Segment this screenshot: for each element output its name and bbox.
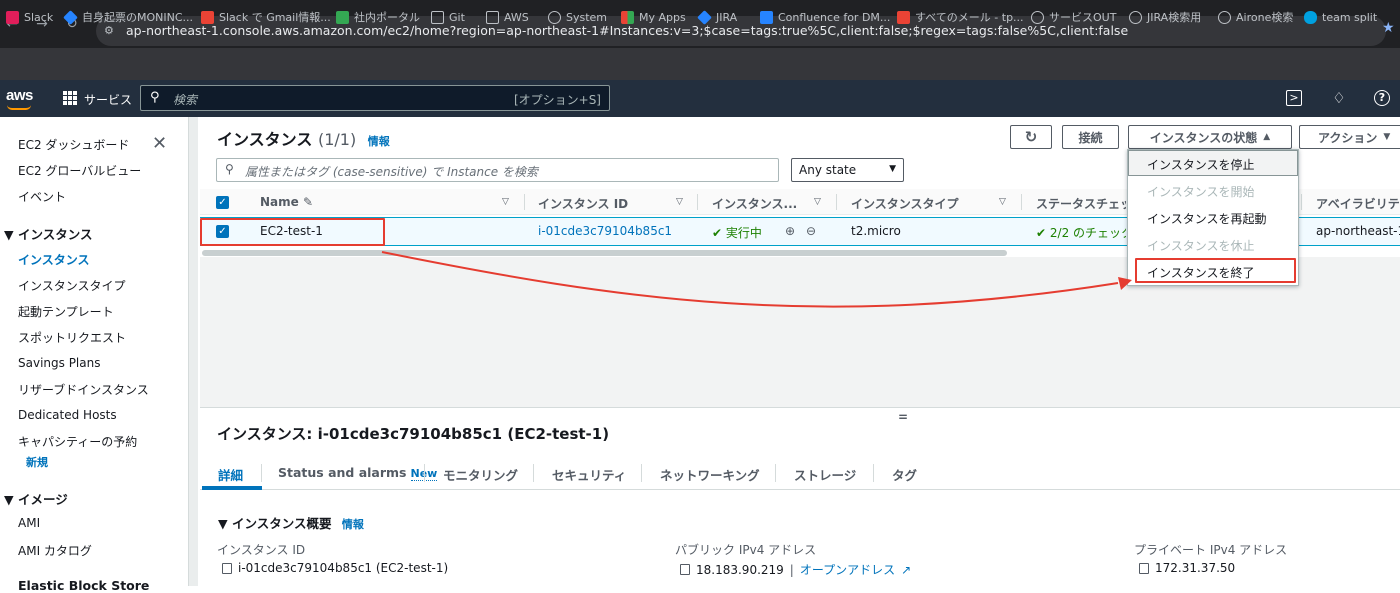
- tab-divider: [641, 464, 642, 482]
- tab-divider: [873, 464, 874, 482]
- tab-divider: [424, 464, 425, 482]
- tab-details[interactable]: 詳細: [218, 465, 243, 484]
- tab-tags[interactable]: タグ: [892, 465, 917, 484]
- info-link[interactable]: 情報: [342, 518, 364, 531]
- open-address-link[interactable]: オープンアドレス: [800, 561, 895, 578]
- tab-divider: [775, 464, 776, 482]
- field-value-private-ip: 172.31.37.50: [1139, 561, 1235, 575]
- tab-divider: [261, 464, 262, 482]
- tab-status-alarms[interactable]: Status and alarmsNew: [278, 465, 438, 481]
- split-panel-divider[interactable]: [200, 407, 1400, 408]
- summary-heading[interactable]: ▼ インスタンス概要 情報: [218, 513, 364, 532]
- field-label-instance-id: インスタンス ID: [217, 543, 306, 557]
- tab-storage[interactable]: ストレージ: [794, 465, 856, 484]
- field-value-public-ip: 18.183.90.219 | オープンアドレス ↗: [680, 561, 911, 578]
- field-label-public-ip: パブリック IPv4 アドレス: [675, 543, 817, 557]
- field-value-instance-id: i-01cde3c79104b85c1 (EC2-test-1): [222, 561, 448, 575]
- tab-monitoring[interactable]: モニタリング: [443, 465, 518, 484]
- tab-divider: [533, 464, 534, 482]
- copy-icon[interactable]: [680, 564, 690, 575]
- copy-icon[interactable]: [1139, 562, 1149, 574]
- field-label-private-ip: プライベート IPv4 アドレス: [1134, 543, 1288, 557]
- annotation-arrow: [381, 251, 1132, 308]
- detail-title: インスタンス: i-01cde3c79104b85c1 (EC2-test-1): [217, 425, 610, 443]
- tabs-baseline: [200, 489, 1400, 490]
- external-link-icon[interactable]: ↗: [901, 563, 911, 577]
- active-tab-indicator: [202, 486, 262, 490]
- copy-icon[interactable]: [222, 562, 232, 574]
- resize-handle-icon[interactable]: =: [898, 410, 908, 424]
- tab-security[interactable]: セキュリティ: [552, 465, 626, 484]
- tab-networking[interactable]: ネットワーキング: [660, 465, 760, 484]
